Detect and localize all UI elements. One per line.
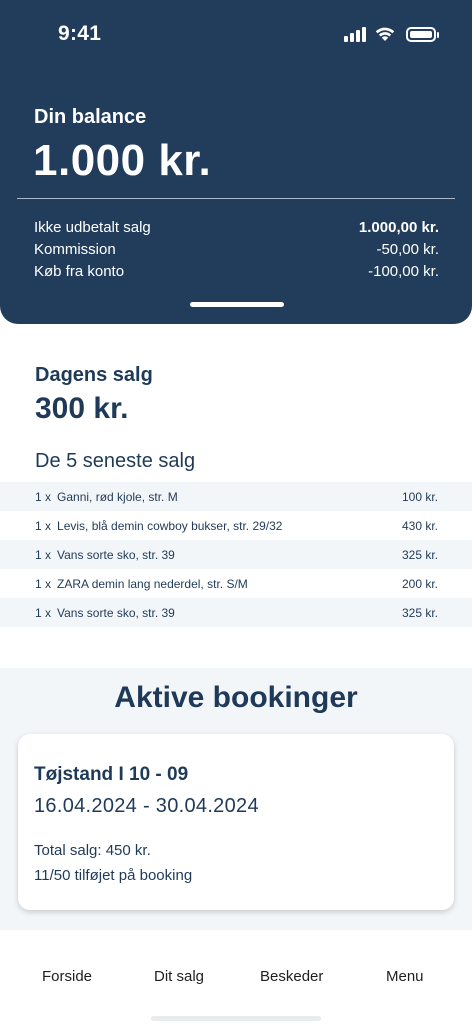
sale-price: 325 kr. [401, 547, 438, 562]
sheet-drag-handle[interactable] [190, 302, 284, 307]
sale-qty: 1 x [35, 547, 52, 562]
nav-forside[interactable]: Forside [42, 968, 92, 985]
breakdown-label: Køb fra konto [34, 263, 125, 280]
nav-menu[interactable]: Menu [386, 968, 424, 985]
balance-label: Din balance [34, 106, 147, 128]
recent-sales-list: 1 x Ganni, rød kjole, str. M 100 kr. 1 x L… [0, 482, 472, 627]
booking-dates: 16.04.2024 - 30.04.2024 [34, 795, 259, 817]
sale-price: 100 kr. [401, 489, 438, 504]
home-indicator [151, 1016, 321, 1021]
sale-row[interactable]: 1 x Ganni, rød kjole, str. M 100 kr. [0, 482, 472, 511]
bottom-nav: Forside Dit salg Beskeder Menu [0, 960, 472, 998]
sale-price: 325 kr. [401, 605, 438, 620]
breakdown-row: Ikke udbetalt salg 1.000,00 kr. [34, 217, 439, 239]
breakdown-value: 1.000,00 kr. [358, 219, 439, 236]
sale-row[interactable]: 1 x ZARA demin lang nederdel, str. S/M 20… [0, 569, 472, 598]
status-icons [344, 26, 439, 42]
nav-dit-salg[interactable]: Dit salg [154, 968, 204, 985]
sale-qty: 1 x [35, 576, 52, 591]
booking-items-added: 11/50 tilføjet på booking [34, 867, 193, 884]
status-time: 9:41 [58, 22, 102, 45]
sale-row[interactable]: 1 x Vans sorte sko, str. 39 325 kr. [0, 598, 472, 627]
wifi-icon [375, 27, 395, 41]
sale-item: Ganni, rød kjole, str. M [57, 489, 178, 504]
breakdown-value: -50,00 kr. [376, 241, 439, 258]
sale-item: ZARA demin lang nederdel, str. S/M [57, 576, 248, 591]
divider [17, 198, 455, 199]
breakdown-row: Kommission -50,00 kr. [34, 239, 439, 261]
sale-row[interactable]: 1 x Vans sorte sko, str. 39 325 kr. [0, 540, 472, 569]
sale-qty: 1 x [35, 489, 52, 504]
bookings-title: Aktive bookinger [114, 681, 358, 714]
booking-total-sales: Total salg: 450 kr. [34, 842, 151, 859]
sale-row[interactable]: 1 x Levis, blå demin cowboy bukser, str. … [0, 511, 472, 540]
breakdown-label: Ikke udbetalt salg [34, 219, 151, 236]
booking-card[interactable]: Tøjstand I 10 - 09 16.04.2024 - 30.04.20… [18, 734, 454, 910]
sale-item: Levis, blå demin cowboy bukser, str. 29/… [57, 518, 283, 533]
nav-beskeder[interactable]: Beskeder [260, 968, 323, 985]
sale-qty: 1 x [35, 518, 52, 533]
signal-icon [344, 26, 366, 42]
balance-amount: 1.000 kr. [33, 136, 212, 185]
sale-item: Vans sorte sko, str. 39 [57, 547, 175, 562]
sale-item: Vans sorte sko, str. 39 [57, 605, 175, 620]
battery-icon [406, 26, 439, 42]
daily-sales-amount: 300 kr. [35, 392, 129, 425]
breakdown-value: -100,00 kr. [368, 263, 439, 280]
daily-sales-label: Dagens salg [35, 364, 153, 386]
booking-name: Tøjstand I 10 - 09 [34, 764, 189, 785]
recent-sales-title: De 5 seneste salg [35, 450, 196, 472]
balance-header: 9:41 Din balance 1.000 kr. Ikke udbetalt… [0, 0, 472, 324]
sale-price: 200 kr. [401, 576, 438, 591]
sale-price: 430 kr. [401, 518, 438, 533]
breakdown-row: Køb fra konto -100,00 kr. [34, 261, 439, 283]
breakdown-label: Kommission [34, 241, 116, 258]
balance-breakdown: Ikke udbetalt salg 1.000,00 kr. Kommissi… [34, 217, 439, 283]
sale-qty: 1 x [35, 605, 52, 620]
